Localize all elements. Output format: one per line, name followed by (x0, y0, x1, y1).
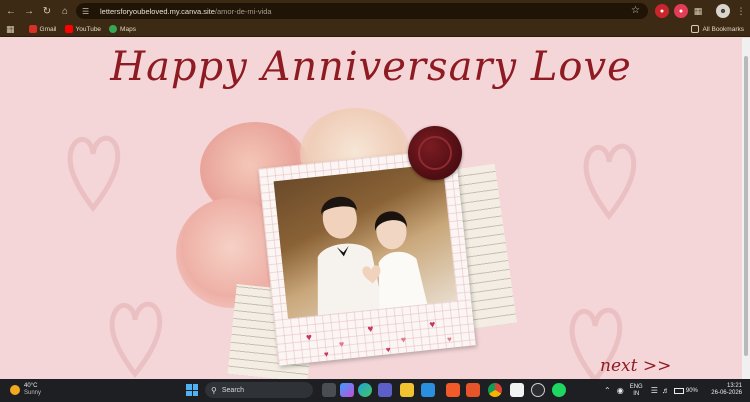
wax-seal-icon (408, 126, 462, 180)
chrome-icon[interactable] (488, 383, 502, 397)
bookmarks-bar: ▦ Gmail YouTube Maps All Bookmarks (0, 22, 750, 37)
youtube-icon (64, 25, 73, 33)
system-tray: ⌃ ◉ ENG IN ☰ ♬ 90% (604, 379, 698, 402)
bookmark-maps[interactable]: Maps (109, 25, 136, 33)
folder-icon (691, 25, 700, 33)
chatgpt-icon[interactable] (531, 383, 545, 397)
language-indicator[interactable]: ENG IN (630, 384, 643, 398)
edge-icon[interactable] (358, 383, 372, 397)
svg-text:♥: ♥ (323, 350, 329, 359)
battery-icon[interactable] (673, 387, 684, 394)
copilot-icon[interactable] (340, 383, 354, 397)
taskbar-search[interactable]: ⚲ Search (205, 382, 313, 398)
couple-illustration (317, 196, 428, 316)
browser-menu-icon[interactable]: ⋮ (734, 4, 748, 18)
store-icon[interactable] (421, 383, 435, 397)
heart-outline-icon (67, 135, 121, 213)
next-button[interactable]: next >> (600, 356, 671, 376)
maps-icon (109, 25, 118, 33)
svg-text:♥: ♥ (367, 324, 374, 336)
brave-icon[interactable] (446, 383, 460, 397)
teams-icon[interactable] (378, 383, 392, 397)
photo-polaroid-frame: ♥ ♥ ♥ ♥ ♥ ♥ ♥ ♥ (258, 148, 476, 366)
weather-condition-text: Sunny (24, 390, 42, 396)
page-title: Happy Anniversary Love (110, 44, 632, 90)
bookmark-youtube[interactable]: YouTube (64, 25, 101, 33)
extensions-puzzle-icon[interactable]: ▦ (691, 4, 705, 18)
back-icon[interactable]: ← (2, 0, 20, 22)
battery-percent-text: 90% (685, 387, 698, 394)
windows-taskbar: 40°C Sunny ⚲ Search ⌃ ◉ ENG IN ☰ ♬ 90% 1… (0, 379, 750, 402)
bookmark-star-icon[interactable]: ☆ (631, 5, 640, 16)
brave-browser-icon[interactable] (466, 383, 480, 397)
scrollbar-thumb[interactable] (744, 56, 748, 356)
forward-icon[interactable]: → (20, 0, 38, 22)
apps-grid-icon[interactable]: ▦ (6, 24, 15, 35)
profile-avatar-icon[interactable]: ☻ (716, 4, 730, 18)
wifi-icon[interactable]: ☰ (651, 386, 658, 395)
svg-text:♥: ♥ (306, 332, 313, 344)
all-bookmarks[interactable]: All Bookmarks (691, 25, 744, 33)
svg-text:♥: ♥ (447, 335, 453, 344)
gmail-icon (28, 25, 37, 33)
site-info-icon[interactable]: ☰ (82, 7, 96, 16)
windows-start-icon[interactable] (186, 384, 198, 396)
temperature-text: 40°C (24, 383, 38, 389)
reload-icon[interactable]: ↻ (38, 0, 56, 22)
spotify-icon[interactable] (552, 383, 566, 397)
file-explorer-icon[interactable] (400, 383, 414, 397)
volume-icon[interactable]: ♬ (662, 386, 670, 395)
taskbar-clock[interactable]: 13:21 26-06-2026 (711, 383, 742, 397)
url-text: lettersforyoubeloved.my.canva.site/amor-… (100, 6, 272, 16)
extension-red-icon[interactable]: ● (655, 4, 669, 18)
svg-text:♥: ♥ (338, 339, 344, 350)
home-icon[interactable]: ⌂ (56, 0, 74, 22)
svg-text:♥: ♥ (400, 334, 406, 345)
search-icon: ⚲ (211, 385, 217, 395)
chevron-up-icon[interactable]: ⌃ (604, 386, 611, 395)
bookmark-gmail[interactable]: Gmail (28, 25, 57, 33)
couple-photo (273, 163, 458, 319)
heart-outline-icon (109, 301, 163, 379)
extension-pink-icon[interactable]: ● (674, 4, 688, 18)
svg-text:♥: ♥ (385, 345, 391, 354)
notion-icon[interactable] (510, 383, 524, 397)
tray-app-icon[interactable]: ◉ (617, 386, 624, 395)
page-content: Happy Anniversary Love ♥ ♥ ♥ ♥ ♥ ♥ ♥ ♥ n… (0, 38, 742, 379)
heart-outline-icon (583, 143, 637, 221)
address-bar[interactable]: ☰ lettersforyoubeloved.my.canva.site/amo… (76, 3, 648, 19)
task-view-icon[interactable] (322, 383, 336, 397)
wax-seal-ring (418, 136, 452, 170)
browser-toolbar: ← → ↻ ⌂ ☰ lettersforyoubeloved.my.canva.… (0, 0, 750, 22)
page-scrollbar[interactable] (742, 38, 750, 379)
weather-widget[interactable]: 40°C Sunny (10, 383, 41, 397)
svg-text:♥: ♥ (429, 319, 436, 331)
sun-icon (10, 385, 20, 395)
